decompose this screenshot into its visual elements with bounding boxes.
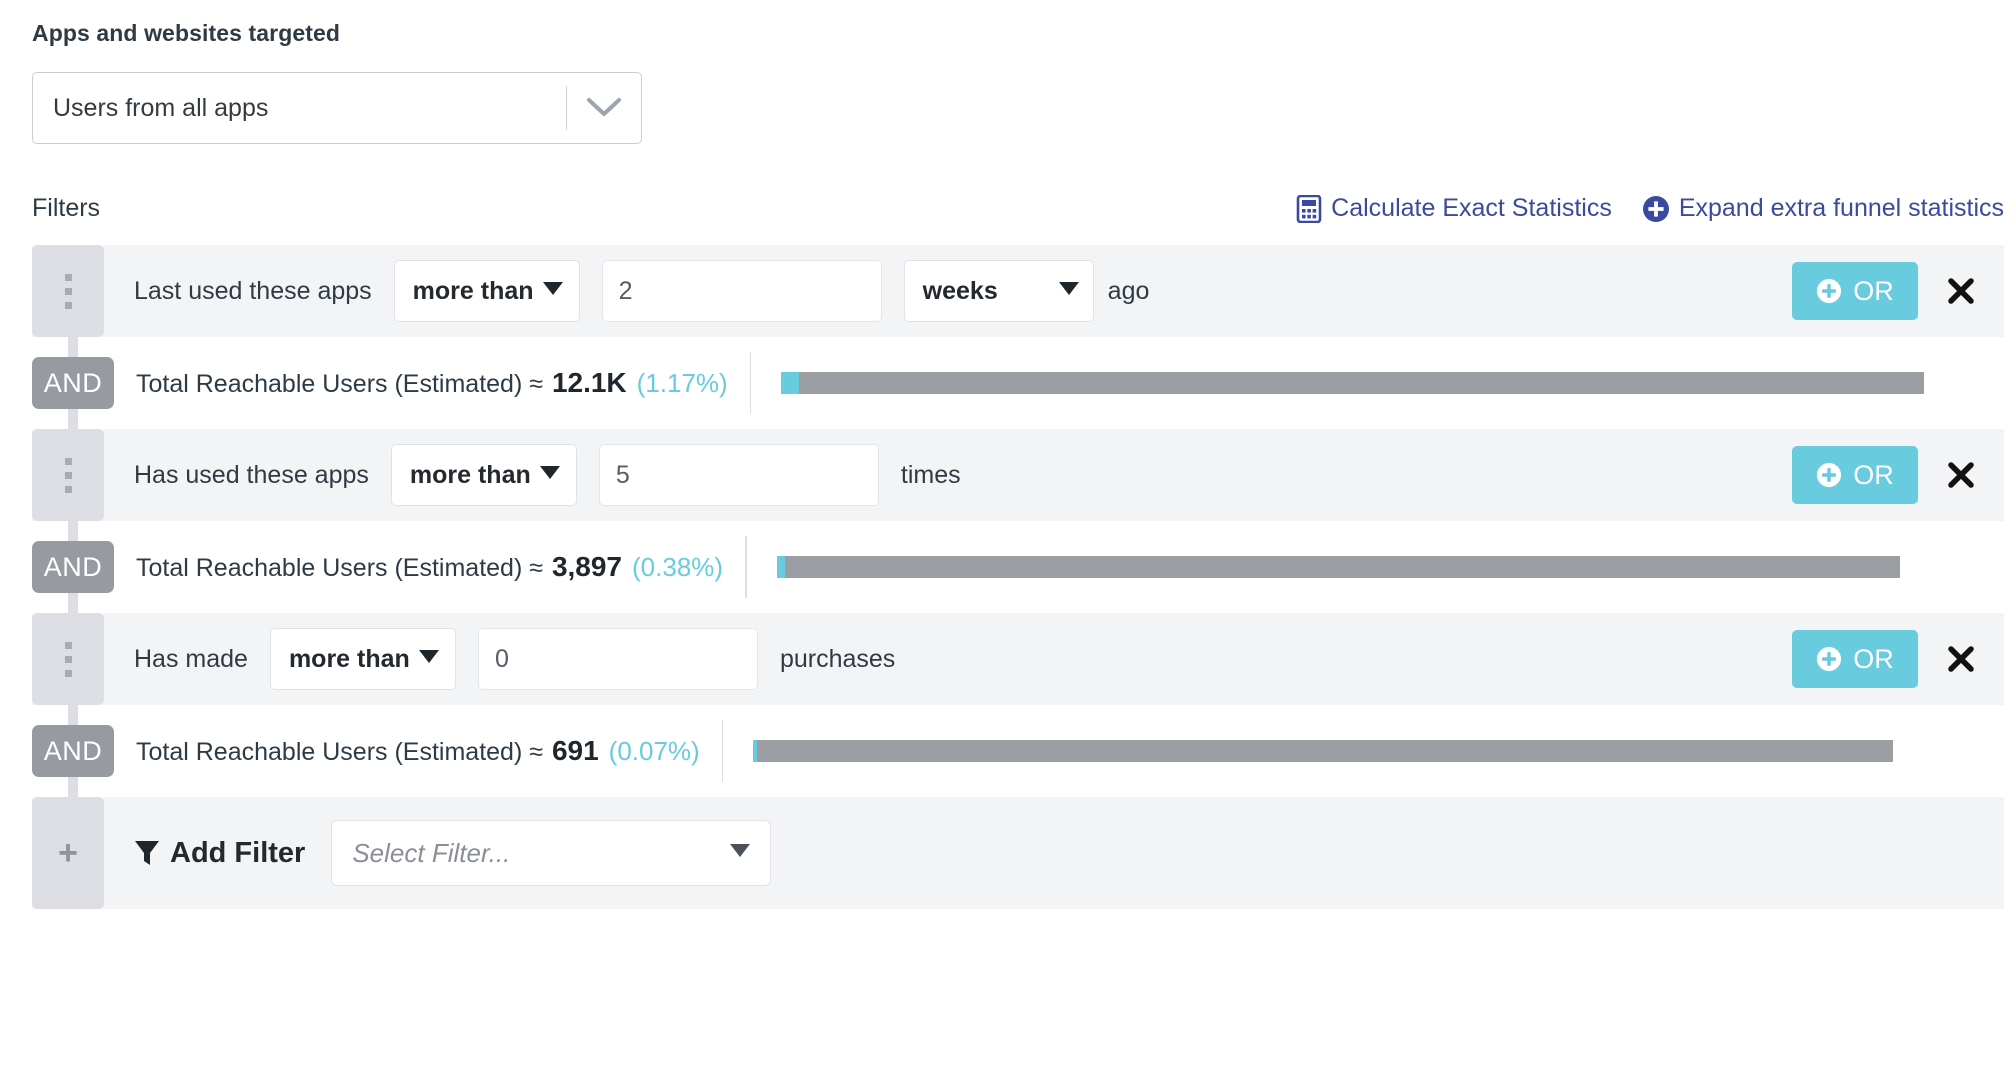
select-filter-placeholder: Select Filter... [352, 837, 511, 868]
caret-down-icon [539, 466, 560, 484]
close-icon[interactable] [1944, 274, 1978, 308]
close-icon[interactable] [1944, 642, 1978, 676]
add-or-condition-button[interactable]: OR [1792, 446, 1918, 504]
stat-divider [745, 536, 747, 598]
filter-row-body: Has used these apps more than times OR [104, 429, 2004, 521]
stat-text: Total Reachable Users (Estimated) ≈ 12.1… [136, 367, 728, 399]
reach-bar-fill [781, 372, 800, 394]
or-button-label: OR [1853, 459, 1894, 490]
stat-divider [749, 352, 752, 414]
plus-circle-icon [1816, 646, 1842, 672]
filter-operator-value: more than [288, 644, 410, 673]
filter-value-input[interactable] [598, 444, 879, 506]
filters-title: Filters [32, 194, 101, 222]
calculate-exact-statistics-label: Calculate Exact Statistics [1331, 194, 1612, 222]
filter-row: Has made more than purchases OR [32, 613, 2004, 705]
add-filter-plus-button[interactable]: + [32, 797, 104, 909]
stat-prefix: Total Reachable Users (Estimated) ≈ [136, 738, 543, 766]
stat-text: Total Reachable Users (Estimated) ≈ 3,89… [136, 551, 723, 583]
drag-handle-icon[interactable] [32, 245, 104, 337]
calculate-exact-statistics-link[interactable]: Calculate Exact Statistics [1296, 194, 1612, 223]
expand-funnel-statistics-label: Expand extra funnel statistics [1678, 194, 2004, 222]
plus-circle-icon [1642, 195, 1670, 223]
stat-divider [721, 720, 724, 782]
filter-operator-dropdown[interactable]: more than [390, 444, 577, 506]
plus-circle-icon [1816, 462, 1842, 488]
filter-row-body: Last used these apps more than weeks ago [104, 245, 2004, 337]
calculator-icon [1296, 194, 1322, 223]
filter-row: Last used these apps more than weeks ago [32, 245, 2004, 337]
filter-operator-dropdown[interactable]: more than [393, 260, 580, 322]
drag-handle-icon[interactable] [32, 429, 104, 521]
chevron-down-icon[interactable] [567, 97, 641, 119]
expand-funnel-statistics-link[interactable]: Expand extra funnel statistics [1642, 194, 2004, 223]
or-button-label: OR [1853, 643, 1894, 674]
stat-text: Total Reachable Users (Estimated) ≈ 691 … [136, 735, 700, 767]
filter-suffix-label: ago [1107, 276, 1150, 305]
reach-bar-track [784, 556, 1900, 578]
filter-builder-page: Apps and websites targeted Users from al… [0, 0, 2004, 1082]
reach-bar [781, 372, 1925, 394]
filter-operator-value: more than [412, 276, 534, 305]
stat-percent: (0.38%) [632, 552, 724, 582]
select-filter-dropdown[interactable]: Select Filter... [331, 820, 772, 886]
add-filter-label: Add Filter [170, 836, 306, 869]
reach-bar [753, 740, 1894, 762]
filter-row-actions: OR [1792, 630, 2004, 688]
stat-count: 12.1K [551, 367, 627, 398]
filter-label: Has made [134, 644, 248, 673]
stat-percent: (0.07%) [608, 736, 700, 766]
filter-value-input[interactable] [477, 628, 758, 690]
plus-icon: + [58, 834, 78, 872]
filter-label: Has used these apps [134, 460, 369, 489]
filter-row-actions: OR [1792, 446, 2004, 504]
caret-down-icon [542, 282, 563, 300]
caret-down-icon [730, 844, 751, 862]
reach-bar-fill [776, 556, 785, 578]
and-badge: AND [32, 725, 114, 777]
add-or-condition-button[interactable]: OR [1792, 630, 1918, 688]
reachable-users-stat: AND Total Reachable Users (Estimated) ≈ … [32, 331, 2004, 435]
drag-handle-icon[interactable] [32, 613, 104, 705]
apps-targeted-label: Apps and websites targeted [32, 20, 341, 46]
filter-operator-dropdown[interactable]: more than [269, 628, 456, 690]
filter-row-actions: OR [1792, 262, 2004, 320]
reach-bar [776, 556, 1900, 578]
close-icon[interactable] [1944, 458, 1978, 492]
or-button-label: OR [1853, 275, 1894, 306]
filter-suffix-label: times [900, 460, 961, 489]
filters-builder: Last used these apps more than weeks ago [32, 245, 2004, 909]
and-badge: AND [32, 357, 114, 409]
add-filter-body: Add Filter Select Filter... [104, 797, 2004, 909]
stat-percent: (1.17%) [636, 368, 728, 398]
stat-count: 691 [551, 735, 599, 766]
caret-down-icon [1058, 282, 1079, 300]
filter-suffix-label: purchases [779, 644, 896, 673]
filter-value-input[interactable] [601, 260, 882, 322]
apps-targeted-value: Users from all apps [53, 93, 269, 122]
plus-circle-icon [1816, 278, 1842, 304]
filters-header-actions: Calculate Exact Statistics Expand extra … [1296, 194, 2004, 223]
reach-bar-track [757, 740, 1894, 762]
filter-operator-value: more than [409, 460, 531, 489]
funnel-icon [134, 839, 160, 867]
stat-count: 3,897 [551, 551, 623, 582]
reachable-users-stat: AND Total Reachable Users (Estimated) ≈ … [32, 515, 2004, 619]
filter-row-body: Has made more than purchases OR [104, 613, 2004, 705]
filter-label: Last used these apps [134, 276, 372, 305]
stat-prefix: Total Reachable Users (Estimated) ≈ [136, 370, 543, 398]
filter-row: Has used these apps more than times OR [32, 429, 2004, 521]
reachable-users-stat: AND Total Reachable Users (Estimated) ≈ … [32, 699, 2004, 803]
apps-targeted-select[interactable]: Users from all apps [32, 72, 642, 144]
filter-unit-dropdown[interactable]: weeks [903, 260, 1094, 322]
filter-unit-value: weeks [922, 276, 998, 305]
add-or-condition-button[interactable]: OR [1792, 262, 1918, 320]
stat-prefix: Total Reachable Users (Estimated) ≈ [136, 554, 543, 582]
reach-bar-track [799, 372, 1925, 394]
add-filter-button[interactable]: Add Filter [134, 837, 305, 870]
caret-down-icon [418, 650, 439, 668]
add-filter-row: + Add Filter Select Filter... [32, 797, 2004, 909]
and-badge: AND [32, 541, 114, 593]
